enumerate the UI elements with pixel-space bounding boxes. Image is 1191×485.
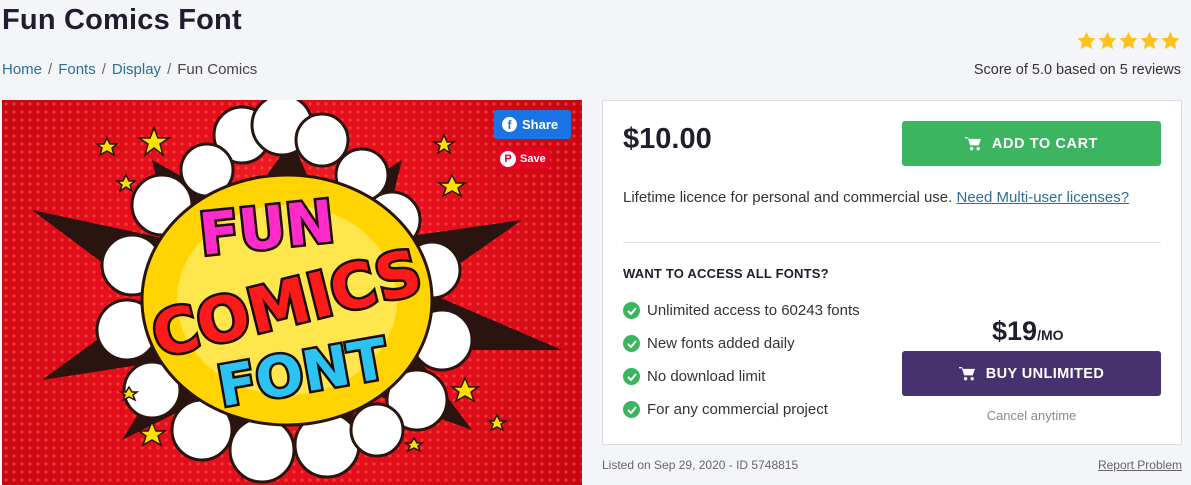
buy-unlimited-label: BUY UNLIMITED (985, 365, 1105, 382)
rating-summary: Score of 5.0 based on 5 reviews (974, 30, 1181, 78)
divider (623, 242, 1161, 243)
breadcrumb-separator: / (101, 61, 106, 78)
cancel-anytime-text: Cancel anytime (986, 408, 1077, 423)
report-problem-link[interactable]: Report Problem (1098, 458, 1182, 472)
cart-icon (958, 366, 975, 381)
save-label: Save (520, 153, 546, 165)
feature-item: For any commercial project (623, 393, 860, 426)
feature-item: Unlimited access to 60243 fonts (623, 294, 860, 327)
add-to-cart-button[interactable]: ADD TO CART (902, 121, 1161, 166)
pinterest-save-button[interactable]: P Save (498, 148, 550, 170)
breadcrumb-separator: / (167, 61, 172, 78)
share-label: Share (522, 117, 559, 132)
star-icon (1161, 31, 1180, 49)
page-title: Fun Comics Font (2, 4, 242, 36)
pinterest-icon: P (500, 151, 516, 167)
check-icon (623, 368, 640, 385)
star-rating (974, 30, 1181, 56)
star-icon (1077, 31, 1096, 49)
listing-info: Listed on Sep 29, 2020 - ID 5748815 (602, 458, 799, 472)
rating-score-text: Score of 5.0 based on 5 reviews (973, 62, 1181, 78)
add-to-cart-label: ADD TO CART (991, 135, 1099, 152)
comic-burst-illustration: FUN COMICS FONT (2, 100, 582, 485)
unlimited-title: WANT TO ACCESS ALL FONTS? (623, 266, 829, 281)
facebook-icon: f (502, 117, 517, 132)
art-text-fun: FUN (196, 187, 338, 269)
star-icon (1119, 31, 1138, 49)
purchase-card: $10.00 ADD TO CART Lifetime licence for … (602, 100, 1182, 445)
feature-item: New fonts added daily (623, 327, 860, 360)
font-preview-image[interactable]: FUN COMICS FONT f Share P Save (2, 100, 582, 485)
breadcrumb-fonts[interactable]: Fonts (58, 61, 96, 78)
feature-text: Unlimited access to 60243 fonts (647, 302, 860, 319)
unlimited-price-amount: $19 (992, 316, 1038, 346)
facebook-share-button[interactable]: f Share (494, 110, 571, 139)
feature-text: No download limit (647, 368, 766, 385)
licence-text: Lifetime licence for personal and commer… (623, 186, 1133, 209)
multi-user-license-link[interactable]: Need Multi-user licenses? (957, 189, 1130, 206)
breadcrumb-home[interactable]: Home (2, 61, 42, 78)
price: $10.00 (623, 123, 712, 155)
feature-item: No download limit (623, 360, 860, 393)
star-icon (1098, 31, 1117, 49)
breadcrumb-current: Fun Comics (177, 61, 258, 78)
cart-icon (964, 136, 981, 151)
feature-text: New fonts added daily (647, 335, 795, 352)
licence-description: Lifetime licence for personal and commer… (623, 189, 953, 206)
check-icon (623, 302, 640, 319)
unlimited-price-period: /MO (1037, 327, 1064, 343)
star-icon (1140, 31, 1159, 49)
breadcrumb: Home / Fonts / Display / Fun Comics (2, 61, 257, 78)
unlimited-price: $19/MO (992, 316, 1064, 347)
feature-list: Unlimited access to 60243 fonts New font… (623, 294, 860, 426)
breadcrumb-separator: / (48, 61, 53, 78)
check-icon (623, 401, 640, 418)
breadcrumb-display[interactable]: Display (112, 61, 161, 78)
check-icon (623, 335, 640, 352)
feature-text: For any commercial project (647, 401, 828, 418)
buy-unlimited-button[interactable]: BUY UNLIMITED (902, 351, 1161, 396)
